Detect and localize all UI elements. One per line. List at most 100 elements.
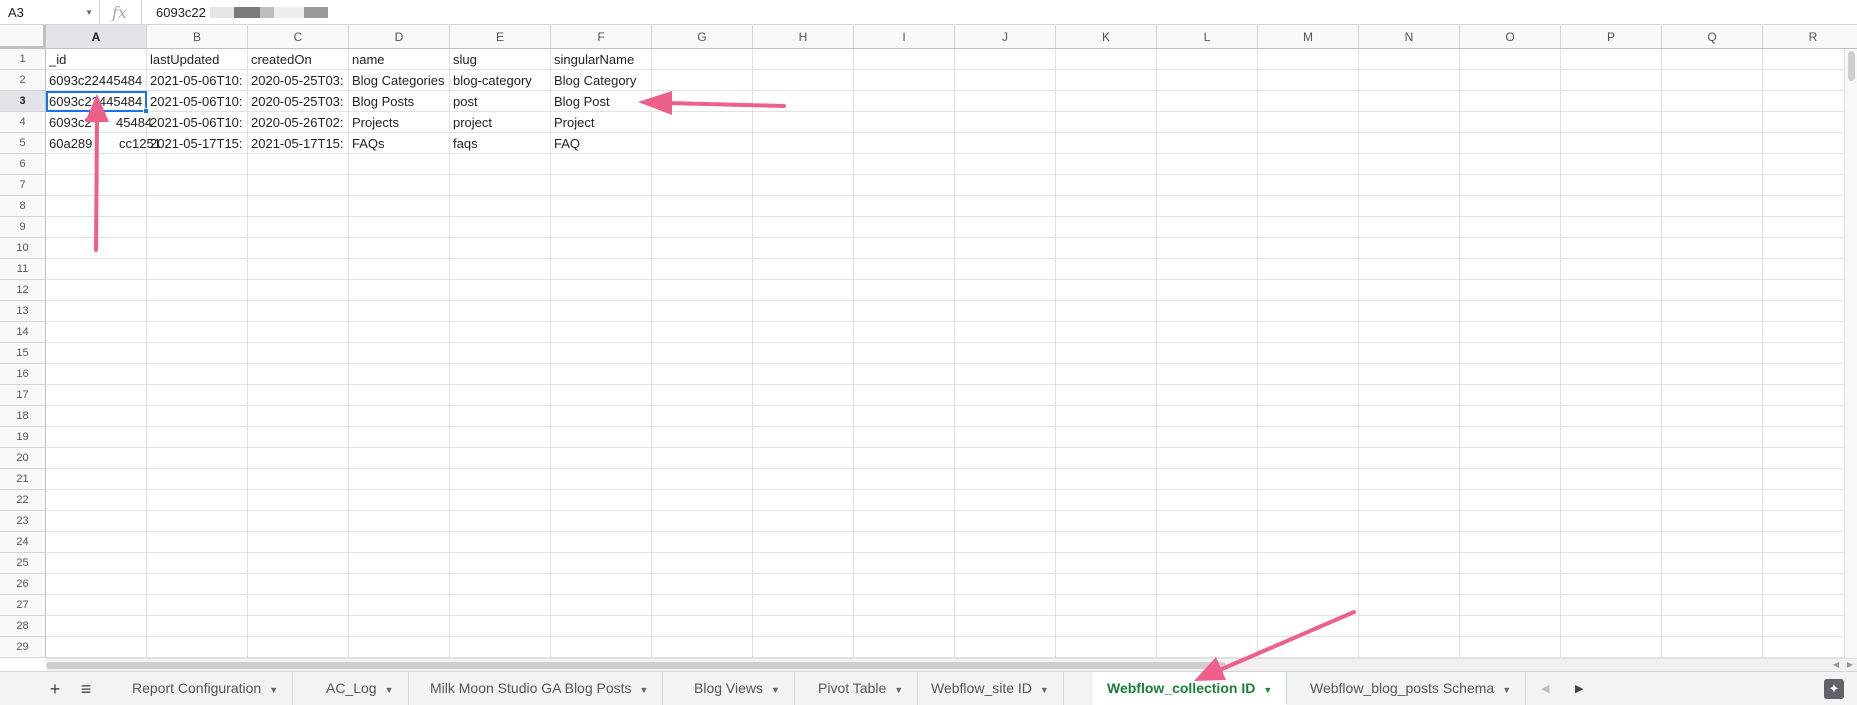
row-header-24[interactable]: 24	[0, 532, 46, 553]
cell-g12[interactable]	[652, 280, 753, 301]
cell-l1[interactable]	[1157, 49, 1258, 70]
cell-p1[interactable]	[1561, 49, 1662, 70]
cell-l12[interactable]	[1157, 280, 1258, 301]
cell-g24[interactable]	[652, 532, 753, 553]
cell-b28[interactable]	[147, 616, 248, 637]
cell-h18[interactable]	[753, 406, 854, 427]
cell-g3[interactable]	[652, 91, 753, 112]
cell-a18[interactable]	[46, 406, 147, 427]
cell-e22[interactable]	[450, 490, 551, 511]
cell-m18[interactable]	[1258, 406, 1359, 427]
cell-n12[interactable]	[1359, 280, 1460, 301]
cell-i4[interactable]	[854, 112, 955, 133]
cell-c8[interactable]	[248, 196, 349, 217]
cell-b11[interactable]	[147, 259, 248, 280]
cell-k3[interactable]	[1056, 91, 1157, 112]
cell-d9[interactable]	[349, 217, 450, 238]
cell-e12[interactable]	[450, 280, 551, 301]
cell-o4[interactable]	[1460, 112, 1561, 133]
cell-b6[interactable]	[147, 154, 248, 175]
cell-f16[interactable]	[551, 364, 652, 385]
cell-r11[interactable]	[1763, 259, 1857, 280]
cell-f9[interactable]	[551, 217, 652, 238]
cell-j3[interactable]	[955, 91, 1056, 112]
cell-d20[interactable]	[349, 448, 450, 469]
cell-d3[interactable]: Blog Posts	[349, 91, 450, 112]
cell-d16[interactable]	[349, 364, 450, 385]
row-header-13[interactable]: 13	[0, 301, 46, 322]
cell-j2[interactable]	[955, 70, 1056, 91]
row-header-11[interactable]: 11	[0, 259, 46, 280]
cell-c21[interactable]	[248, 469, 349, 490]
cell-h23[interactable]	[753, 511, 854, 532]
cell-f12[interactable]	[551, 280, 652, 301]
scroll-right-icon[interactable]: ▶	[1847, 660, 1853, 669]
row-header-25[interactable]: 25	[0, 553, 46, 574]
cell-m28[interactable]	[1258, 616, 1359, 637]
cell-q21[interactable]	[1662, 469, 1763, 490]
cell-a24[interactable]	[46, 532, 147, 553]
cell-g27[interactable]	[652, 595, 753, 616]
column-header-e[interactable]: E	[450, 25, 551, 49]
cell-m10[interactable]	[1258, 238, 1359, 259]
chevron-down-icon[interactable]: ▼	[1263, 685, 1272, 695]
cell-a17[interactable]	[46, 385, 147, 406]
row-header-8[interactable]: 8	[0, 196, 46, 217]
cell-j7[interactable]	[955, 175, 1056, 196]
cell-a13[interactable]	[46, 301, 147, 322]
cell-l3[interactable]	[1157, 91, 1258, 112]
cell-m29[interactable]	[1258, 637, 1359, 658]
cell-r19[interactable]	[1763, 427, 1857, 448]
cell-h15[interactable]	[753, 343, 854, 364]
cell-i5[interactable]	[854, 133, 955, 154]
cell-j4[interactable]	[955, 112, 1056, 133]
sheet-tab-ac-log[interactable]: AC_Log ▼	[312, 672, 409, 705]
cell-d18[interactable]	[349, 406, 450, 427]
cell-j13[interactable]	[955, 301, 1056, 322]
cell-f19[interactable]	[551, 427, 652, 448]
cell-e23[interactable]	[450, 511, 551, 532]
cell-j27[interactable]	[955, 595, 1056, 616]
cell-o19[interactable]	[1460, 427, 1561, 448]
cell-p6[interactable]	[1561, 154, 1662, 175]
cell-h5[interactable]	[753, 133, 854, 154]
cell-a21[interactable]	[46, 469, 147, 490]
cell-a12[interactable]	[46, 280, 147, 301]
cell-b9[interactable]	[147, 217, 248, 238]
cell-a14[interactable]	[46, 322, 147, 343]
cell-o28[interactable]	[1460, 616, 1561, 637]
cell-p10[interactable]	[1561, 238, 1662, 259]
cell-p17[interactable]	[1561, 385, 1662, 406]
cell-n15[interactable]	[1359, 343, 1460, 364]
cell-q13[interactable]	[1662, 301, 1763, 322]
cell-b16[interactable]	[147, 364, 248, 385]
cell-c20[interactable]	[248, 448, 349, 469]
cell-e21[interactable]	[450, 469, 551, 490]
cell-k26[interactable]	[1056, 574, 1157, 595]
cell-g15[interactable]	[652, 343, 753, 364]
cell-o24[interactable]	[1460, 532, 1561, 553]
cell-c6[interactable]	[248, 154, 349, 175]
cell-b13[interactable]	[147, 301, 248, 322]
cell-j18[interactable]	[955, 406, 1056, 427]
cell-i18[interactable]	[854, 406, 955, 427]
cell-c23[interactable]	[248, 511, 349, 532]
cell-a27[interactable]	[46, 595, 147, 616]
column-header-l[interactable]: L	[1157, 25, 1258, 49]
cell-f3[interactable]: Blog Post	[551, 91, 652, 112]
cell-a7[interactable]	[46, 175, 147, 196]
cell-n8[interactable]	[1359, 196, 1460, 217]
row-header-2[interactable]: 2	[0, 70, 46, 91]
cell-j10[interactable]	[955, 238, 1056, 259]
cell-h9[interactable]	[753, 217, 854, 238]
cell-b20[interactable]	[147, 448, 248, 469]
cell-q8[interactable]	[1662, 196, 1763, 217]
cell-o9[interactable]	[1460, 217, 1561, 238]
cell-i3[interactable]	[854, 91, 955, 112]
cell-k10[interactable]	[1056, 238, 1157, 259]
cell-f13[interactable]	[551, 301, 652, 322]
cell-q25[interactable]	[1662, 553, 1763, 574]
cell-g9[interactable]	[652, 217, 753, 238]
cell-l17[interactable]	[1157, 385, 1258, 406]
cell-g29[interactable]	[652, 637, 753, 658]
